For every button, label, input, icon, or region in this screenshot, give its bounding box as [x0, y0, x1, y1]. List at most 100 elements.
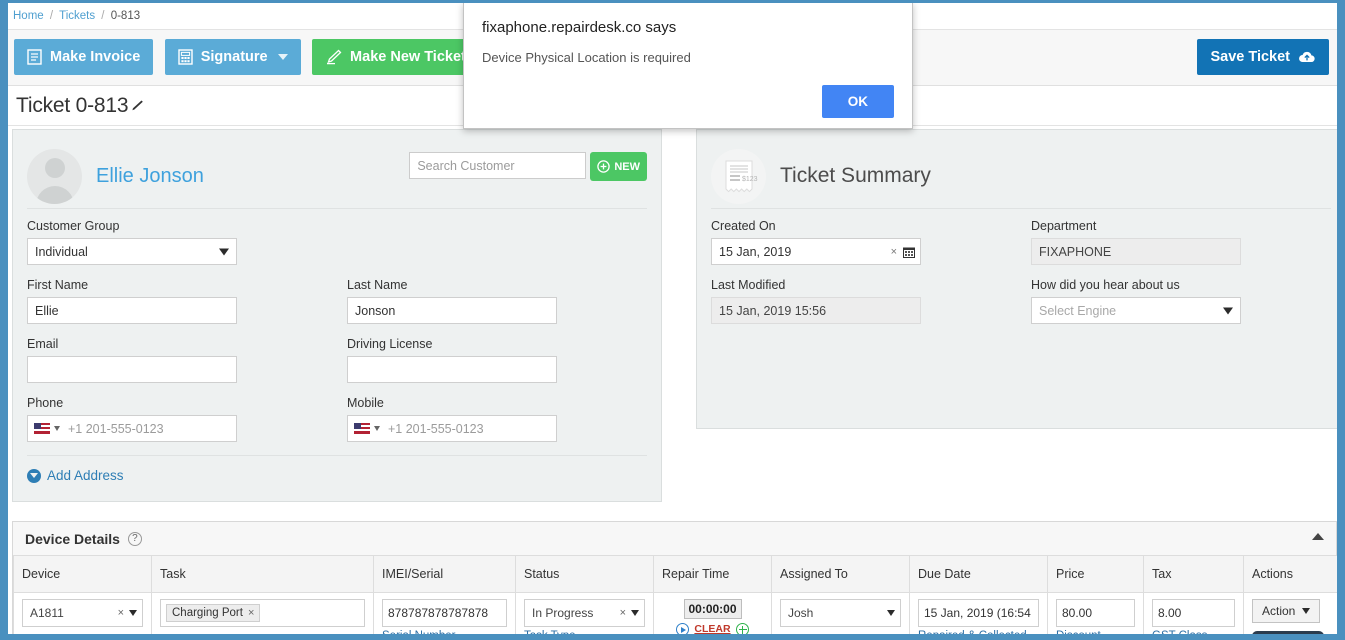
breadcrumb-tickets[interactable]: Tickets [59, 10, 95, 22]
created-on-input[interactable] [711, 238, 921, 265]
cell-imei: Serial Number [373, 591, 516, 635]
make-invoice-button[interactable]: Make Invoice [14, 39, 154, 75]
table-row: A1811 × Charging Port × 878787878787878 … [13, 591, 1337, 635]
add-address-button[interactable]: Add Address [13, 456, 661, 483]
chevron-down-icon [631, 609, 639, 616]
col-tax: Tax [1143, 556, 1244, 593]
repair-timer: 00:00:00 [683, 598, 742, 619]
created-on-input-group[interactable]: × [711, 238, 921, 265]
help-icon[interactable]: ? [127, 531, 142, 546]
mobile-input-group[interactable]: +1 201-555-0123 [347, 415, 557, 442]
device-value: A1811 [30, 605, 64, 620]
device-details-table: Device Task IMEI/Serial Status Repair Ti… [13, 556, 1337, 635]
chevron-down-icon [1223, 307, 1233, 314]
clear-date-icon[interactable]: × [891, 246, 897, 258]
first-name-input[interactable] [27, 297, 237, 324]
remove-tag-icon[interactable]: × [248, 607, 254, 619]
customer-group-field: Customer Group Individual [27, 219, 237, 265]
pen-icon [325, 49, 342, 65]
phone-row: Phone +1 201-555-0123 Mobile +1 201-555-… [27, 396, 647, 455]
us-flag-icon [354, 423, 370, 434]
clear-icon[interactable]: × [118, 607, 124, 619]
hear-about-us-label: How did you hear about us [1031, 278, 1180, 292]
us-flag-icon [34, 423, 50, 434]
discount-link[interactable]: Discount [1056, 630, 1135, 635]
mobile-label: Mobile [347, 396, 384, 410]
tax-input[interactable] [1152, 598, 1235, 627]
driving-license-label: Driving License [347, 337, 433, 351]
department-input [1031, 238, 1241, 265]
due-date-input[interactable] [918, 598, 1039, 627]
first-name-label: First Name [27, 278, 89, 292]
col-status: Status [515, 556, 654, 593]
calendar-icon[interactable] [902, 245, 916, 259]
task-multiselect[interactable]: Charging Port × [160, 598, 365, 627]
repaired-collected-link[interactable]: Repaired & Collected [918, 630, 1039, 635]
mobile-placeholder-text: +1 201-555-0123 [388, 421, 484, 436]
col-actions: Actions [1243, 556, 1337, 593]
edit-pencil-icon[interactable] [130, 98, 144, 114]
customer-panel-header: Ellie Jonson NEW [13, 130, 661, 208]
collapse-chevron-up-icon[interactable] [1312, 533, 1324, 540]
signature-button[interactable]: Signature [164, 39, 301, 75]
search-customer-input[interactable] [409, 152, 587, 179]
last-name-field: Last Name [347, 278, 557, 324]
task-type-link[interactable]: Task Type [524, 630, 645, 635]
last-name-label: Last Name [347, 278, 408, 292]
price-input[interactable] [1056, 598, 1135, 627]
ticket-summary-panel: $123 Ticket Summary Created On × [696, 129, 1337, 429]
new-customer-label: NEW [614, 160, 640, 173]
assigned-to-select[interactable]: Josh [780, 598, 901, 627]
cell-assigned-to: Josh [771, 591, 910, 634]
hear-about-us-select[interactable]: Select Engine [1031, 297, 1241, 324]
task-tag[interactable]: Charging Port × [166, 603, 261, 622]
email-row: Email Driving License [27, 337, 647, 396]
gst-class-link[interactable]: GST Class [1152, 630, 1235, 635]
plus-circle-icon [597, 160, 611, 173]
breadcrumb-separator-1: / [49, 10, 54, 22]
chat-widget-tab[interactable] [1252, 630, 1324, 634]
hear-about-us-placeholder: Select Engine [1039, 303, 1117, 318]
breadcrumb-home[interactable]: Home [13, 10, 44, 22]
customer-name: Ellie Jonson [96, 164, 204, 187]
save-ticket-button[interactable]: Save Ticket [1197, 39, 1329, 75]
email-input[interactable] [27, 356, 237, 383]
signature-icon [178, 49, 193, 65]
customer-group-value: Individual [35, 244, 88, 259]
col-device: Device [13, 556, 152, 593]
last-name-input[interactable] [347, 297, 557, 324]
serial-number-link[interactable]: Serial Number [382, 630, 507, 635]
device-details-title: Device Details [25, 530, 120, 547]
last-modified-field: Last Modified [711, 278, 921, 324]
customer-group-select[interactable]: Individual [27, 238, 237, 265]
clear-timer-link[interactable]: CLEAR [694, 623, 730, 634]
chevron-down-icon [887, 609, 895, 616]
avatar-head [44, 157, 65, 178]
col-assigned-to: Assigned To [771, 556, 910, 593]
add-time-icon[interactable] [735, 622, 749, 634]
play-icon[interactable] [676, 622, 690, 634]
action-dropdown-button[interactable]: Action [1252, 598, 1321, 623]
new-customer-button[interactable]: NEW [590, 152, 647, 181]
imei-input[interactable] [382, 598, 507, 627]
last-modified-label: Last Modified [711, 278, 786, 292]
col-repair-time: Repair Time [653, 556, 772, 593]
mobile-field: Mobile +1 201-555-0123 [347, 396, 557, 442]
last-modified-input [711, 297, 921, 324]
phone-input-group[interactable]: +1 201-555-0123 [27, 415, 237, 442]
receipt-icon: $123 [711, 148, 766, 204]
chevron-down-icon [54, 426, 60, 431]
make-new-ticket-button[interactable]: Make New Ticket [312, 39, 479, 75]
clear-icon[interactable]: × [620, 607, 626, 619]
table-header-row: Device Task IMEI/Serial Status Repair Ti… [13, 556, 1337, 593]
driving-license-input[interactable] [347, 356, 557, 383]
col-price: Price [1047, 556, 1144, 593]
page-root: Home / Tickets / 0-813 Make Invoice Sign… [8, 3, 1337, 634]
modified-hear-row: Last Modified How did you hear about us … [711, 278, 1331, 337]
breadcrumb-current: 0-813 [110, 10, 141, 22]
customer-search-group: NEW [409, 152, 647, 181]
status-select[interactable]: In Progress × [524, 598, 645, 627]
device-select[interactable]: A1811 × [22, 598, 143, 627]
cell-price: Discount [1047, 591, 1144, 635]
breadcrumb: Home / Tickets / 0-813 [8, 3, 1337, 30]
